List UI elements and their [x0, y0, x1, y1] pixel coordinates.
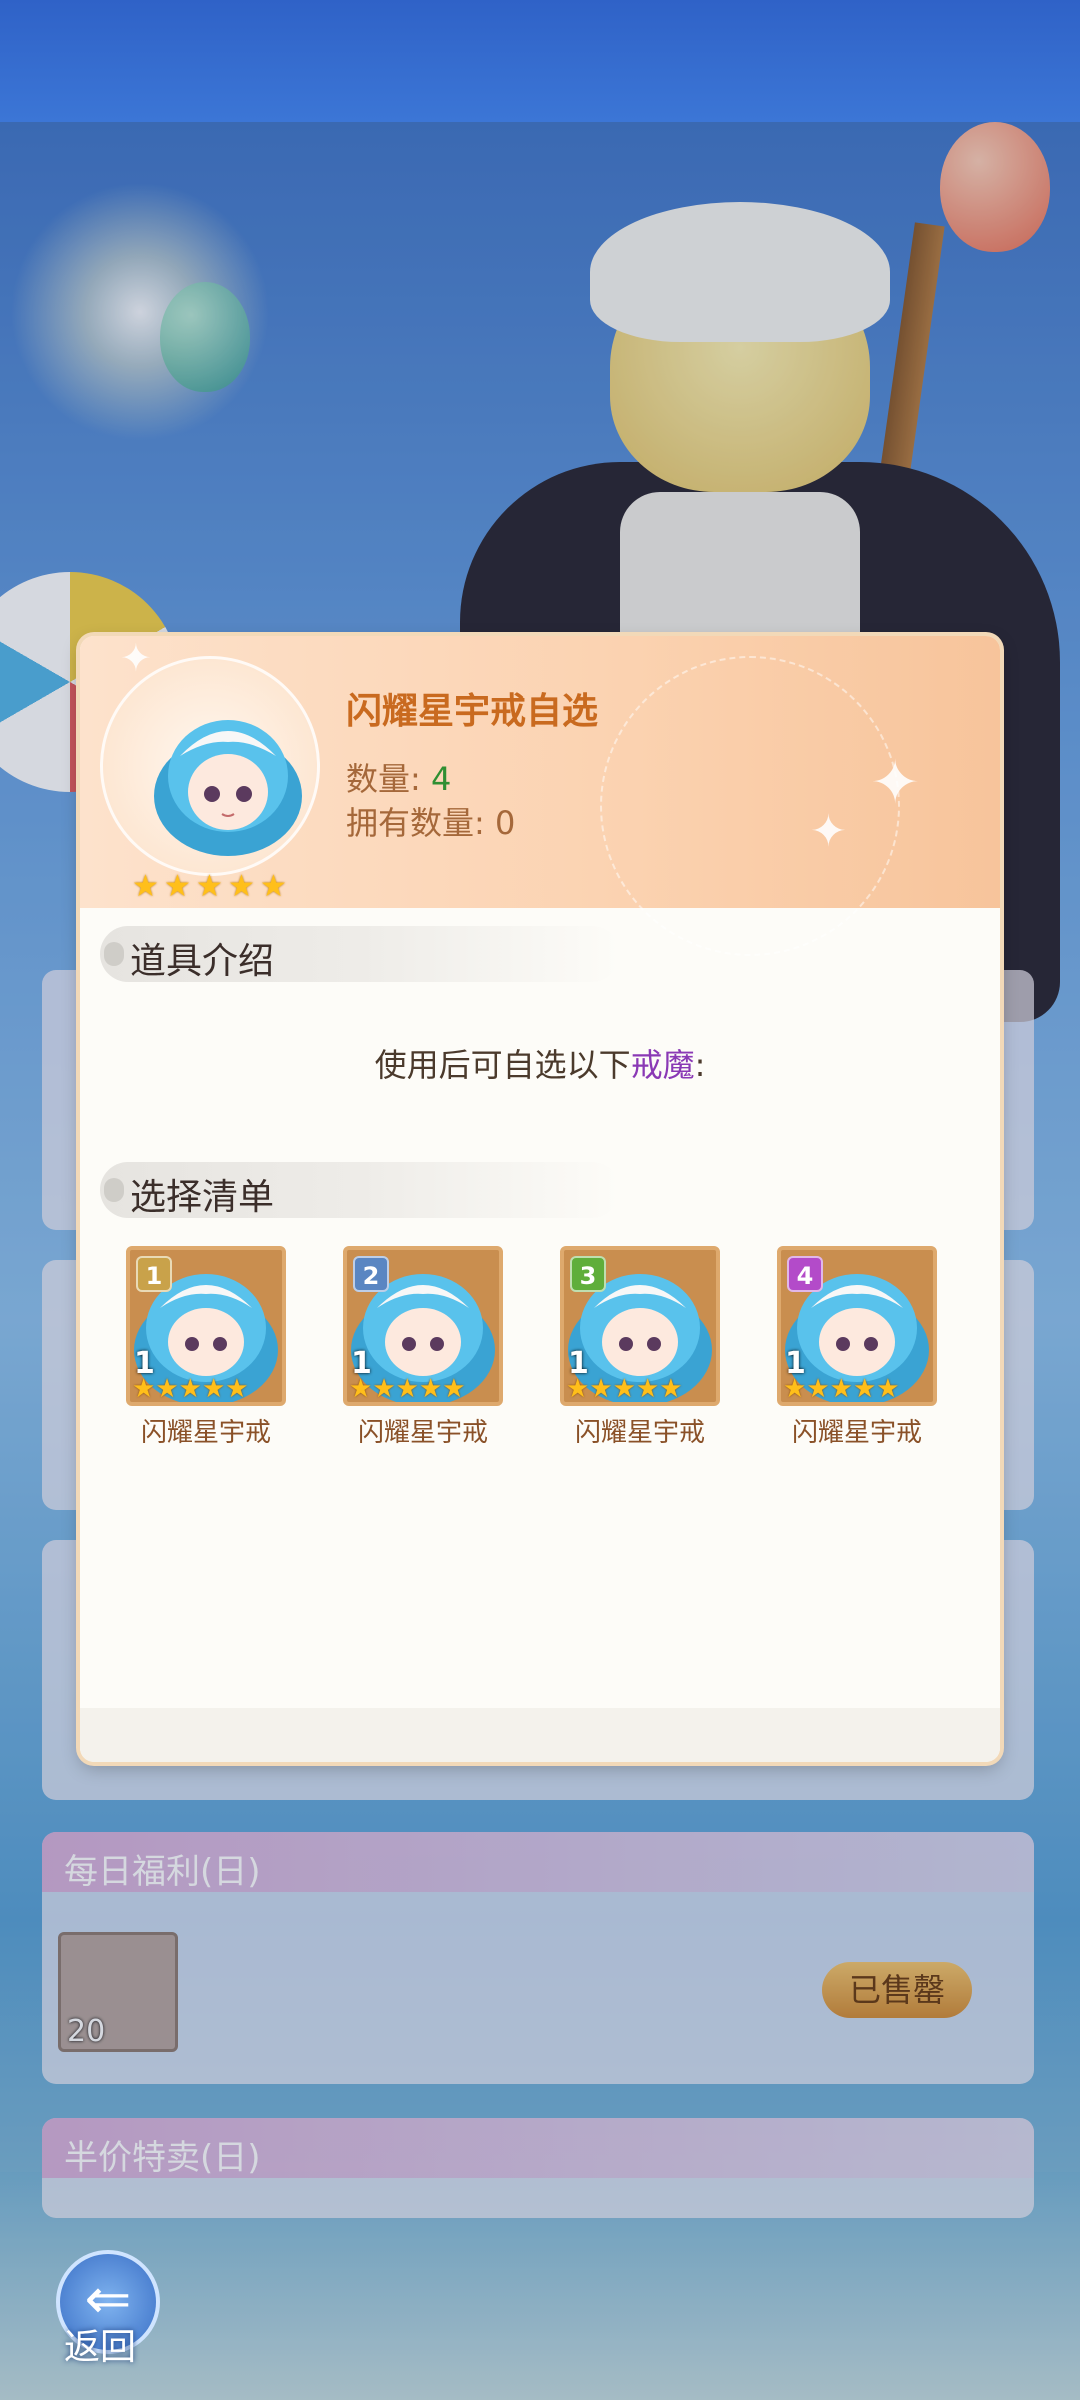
choice-stars: ★ ★ ★ ★ ★: [349, 1374, 466, 1404]
item-title: 闪耀星宇戒自选: [346, 691, 599, 732]
intro-highlight: 戒魔: [630, 1046, 695, 1084]
star-icon: ★: [196, 869, 223, 904]
quantity-label: 数量:: [346, 760, 421, 798]
choice-item[interactable]: 1 1 ★ ★ ★ ★ ★ 闪耀星宇戒: [126, 1246, 286, 1449]
section-choices-label: 选择清单: [130, 1177, 275, 1218]
chibi-maid-portrait: [154, 720, 302, 856]
choice-stars: ★ ★ ★ ★ ★: [783, 1374, 900, 1404]
owned-value: 0: [494, 804, 516, 842]
owned-label: 拥有数量:: [346, 804, 485, 842]
ring-item-card[interactable]: 3 1 ★ ★ ★ ★ ★: [560, 1246, 720, 1406]
choice-item[interactable]: 2 1 ★ ★ ★ ★ ★ 闪耀星宇戒: [343, 1246, 503, 1449]
choice-stars: ★ ★ ★ ★ ★: [566, 1374, 683, 1404]
choice-index-badge: 1: [136, 1256, 172, 1292]
section-header-choices: 选择清单: [100, 1162, 620, 1218]
ring-item-card[interactable]: 4 1 ★ ★ ★ ★ ★: [777, 1246, 937, 1406]
quantity-row: 数量: 4: [346, 754, 451, 800]
sparkle-icon: ✦: [120, 636, 152, 680]
choice-item[interactable]: 4 1 ★ ★ ★ ★ ★ 闪耀星宇戒: [777, 1246, 937, 1449]
rarity-stars: ★ ★ ★ ★ ★: [132, 872, 290, 902]
ring-item-card[interactable]: 1 1 ★ ★ ★ ★ ★: [126, 1246, 286, 1406]
choice-index-badge: 4: [787, 1256, 823, 1292]
section-intro-label: 道具介绍: [130, 941, 275, 982]
intro-text-main: 使用后可自选以下: [374, 1046, 631, 1084]
modal-header: ✦ ✦ ✦ ★ ★ ★ ★ ★ 闪耀星宇戒自选 数量: 4 拥有数量: 0: [80, 636, 1000, 956]
choice-list: 1 1 ★★★★★ 闪耀星宇戒 2 1 ★★★★★ 闪耀星宇戒: [126, 1246, 956, 1449]
choice-stars: ★ ★ ★ ★ ★: [132, 1374, 249, 1404]
star-icon: ★: [260, 869, 287, 904]
back-label[interactable]: 返回: [64, 2318, 136, 2370]
modal-footer: [80, 1708, 1000, 1762]
star-icon: ★: [228, 869, 255, 904]
intro-text: 使用后可自选以下戒魔:: [80, 1040, 1000, 1086]
choice-item[interactable]: 3 1 ★ ★ ★ ★ ★ 闪耀星宇戒: [560, 1246, 720, 1449]
owned-row: 拥有数量: 0: [346, 798, 515, 844]
star-icon: ★: [132, 869, 159, 904]
intro-suffix: :: [694, 1046, 706, 1084]
choice-name: 闪耀星宇戒: [791, 1418, 922, 1448]
sparkle-icon: ✦: [870, 748, 921, 818]
choice-name: 闪耀星宇戒: [140, 1418, 271, 1448]
item-detail-modal: ✦ ✦ ✦ ★ ★ ★ ★ ★ 闪耀星宇戒自选 数量: 4 拥有数量: 0 道具…: [80, 636, 1000, 1762]
section-header-intro: 道具介绍: [100, 926, 620, 982]
ring-item-card[interactable]: 2 1 ★ ★ ★ ★ ★: [343, 1246, 503, 1406]
star-icon: ★: [164, 869, 191, 904]
choice-name: 闪耀星宇戒: [574, 1418, 705, 1448]
quantity-value: 4: [430, 760, 452, 798]
choice-name: 闪耀星宇戒: [357, 1418, 488, 1448]
choice-index-badge: 2: [353, 1256, 389, 1292]
sparkle-icon: ✦: [810, 806, 847, 857]
choice-index-badge: 3: [570, 1256, 606, 1292]
top-banner: [0, 0, 1080, 122]
